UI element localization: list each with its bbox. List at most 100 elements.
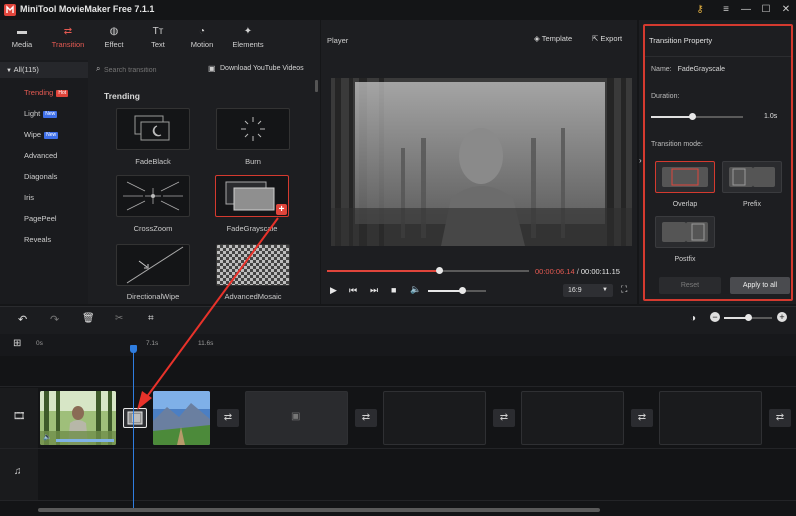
category-iris[interactable]: Iris	[0, 189, 88, 207]
aspect-select[interactable]: 16:9 ▼	[563, 284, 613, 297]
zoom-out-icon[interactable]: −	[710, 312, 720, 322]
progress-knob[interactable]	[435, 267, 443, 274]
download-youtube-link[interactable]: Download YouTube Videos	[220, 65, 304, 72]
prev-frame-icon[interactable]: ⏮	[349, 285, 357, 296]
mode-label-text: Postfix	[674, 256, 696, 263]
category-all[interactable]: ▼ All(115)	[0, 62, 88, 78]
name-value: FadeGrayscale	[677, 66, 726, 73]
delete-icon[interactable]: 🗑	[82, 313, 95, 324]
text-icon: Tт	[152, 26, 164, 37]
transition-burn[interactable]	[216, 108, 290, 150]
category-advanced[interactable]: Advanced	[0, 147, 88, 165]
template-button[interactable]: ◈ Template	[534, 34, 572, 43]
fadegrayscale-marker-icon	[127, 411, 143, 425]
volume-fill	[428, 290, 463, 292]
category-trending[interactable]: Trending Hot	[0, 84, 88, 102]
undo-icon[interactable]: ↶	[18, 313, 27, 326]
key-icon[interactable]: ⚷	[692, 2, 708, 18]
category-label: Trending	[24, 88, 54, 97]
fullscreen-icon[interactable]: ⛶	[621, 284, 627, 295]
transition-swap-button[interactable]: ⇄	[769, 409, 791, 427]
next-frame-icon[interactable]: ⏭	[370, 285, 378, 296]
playhead-handle[interactable]	[130, 345, 137, 353]
template-label: Template	[541, 34, 573, 43]
redo-icon[interactable]: ↷	[50, 313, 59, 326]
transition-swap-button[interactable]: ⇄	[217, 409, 239, 427]
minimize-button[interactable]: —	[738, 2, 754, 18]
maximize-button[interactable]: ☐	[758, 2, 774, 18]
stop-icon[interactable]: ■	[391, 285, 396, 295]
tab-elements[interactable]: ✦ Elements	[226, 24, 270, 58]
track-divider	[0, 448, 796, 449]
transition-fadeblack[interactable]	[116, 108, 190, 150]
category-label: Light	[24, 109, 41, 118]
mode-overlap[interactable]	[655, 161, 715, 193]
apply-to-all-button[interactable]: Apply to all	[730, 277, 790, 294]
transition-swap-button[interactable]: ⇄	[355, 409, 377, 427]
transition-directionalwipe[interactable]	[116, 244, 190, 286]
transition-icon: ⇄	[63, 26, 73, 37]
add-track-icon[interactable]: ⊞	[13, 338, 21, 349]
collapse-panel-icon[interactable]: ›	[639, 156, 642, 165]
effect-icon: ◍	[109, 26, 119, 37]
tab-motion[interactable]: ◔ Motion	[180, 24, 224, 58]
app-window: MiniTool MovieMaker Free 7.1.1 ⚷ ≡ — ☐ ✕…	[0, 0, 796, 516]
volume-icon[interactable]: 🔈	[410, 284, 421, 295]
search-input[interactable]	[104, 64, 194, 76]
ruler-label: 7.1s	[146, 340, 159, 347]
transition-slot-selected[interactable]	[123, 408, 147, 428]
transition-advancedmosaic[interactable]	[216, 244, 290, 286]
tab-label: Elements	[232, 40, 264, 49]
burn-icon	[241, 117, 265, 141]
title-bar: MiniTool MovieMaker Free 7.1.1 ⚷ ≡ — ☐ ✕	[0, 0, 796, 20]
video-clip-forest[interactable]: 🔈	[40, 391, 116, 445]
app-logo-icon	[4, 4, 16, 16]
props-divider	[645, 56, 791, 57]
duration-knob[interactable]	[688, 113, 696, 120]
empty-clip-slot[interactable]: ▣	[245, 391, 348, 445]
fadeblack-icon	[134, 115, 170, 141]
category-reveals[interactable]: Reveals	[0, 231, 88, 249]
category-light[interactable]: Light New	[0, 105, 88, 123]
new-badge: New	[43, 110, 58, 118]
empty-clip-slot[interactable]	[521, 391, 624, 445]
video-clip-mountain[interactable]	[153, 391, 210, 445]
total-time: 00:00:11.15	[580, 267, 620, 276]
transition-label: CrossZoom	[133, 224, 173, 233]
crop-icon[interactable]: ⌗	[148, 313, 154, 324]
tab-transition[interactable]: ⇄ Transition	[46, 24, 90, 58]
empty-clip-slot[interactable]	[383, 391, 486, 445]
transition-swap-button[interactable]: ⇄	[631, 409, 653, 427]
timeline-scrollbar[interactable]	[38, 508, 600, 512]
play-icon[interactable]: ▶	[330, 285, 337, 296]
close-button[interactable]: ✕	[778, 2, 794, 18]
empty-clip-slot[interactable]	[659, 391, 762, 445]
category-pagepeel[interactable]: PagePeel	[0, 210, 88, 228]
category-diagonals[interactable]: Diagonals	[0, 168, 88, 186]
mode-prefix[interactable]	[722, 161, 782, 193]
zoom-in-icon[interactable]: +	[777, 312, 787, 322]
video-frame	[331, 78, 632, 246]
mode-postfix[interactable]	[655, 216, 715, 248]
category-wipe[interactable]: Wipe New	[0, 126, 88, 144]
export-button[interactable]: ⇱ Export	[592, 34, 622, 43]
library-scrollbar[interactable]	[315, 80, 318, 92]
clip-volume-icon[interactable]: 🔈	[43, 433, 52, 441]
transition-crosszoom[interactable]	[116, 175, 190, 217]
tab-text[interactable]: Tт Text	[136, 24, 180, 58]
transition-swap-button[interactable]: ⇄	[493, 409, 515, 427]
duration-fill	[651, 116, 693, 118]
clip-thumbnail	[153, 391, 210, 445]
menu-icon[interactable]: ≡	[718, 2, 734, 18]
reset-button[interactable]: Reset	[659, 277, 721, 294]
audio-sync-icon[interactable]: ◑	[690, 313, 696, 324]
tab-effect[interactable]: ◍ Effect	[92, 24, 136, 58]
overlap-mode-icon	[662, 167, 708, 187]
split-icon[interactable]: ✂	[115, 313, 123, 324]
folder-icon: ▬	[17, 26, 27, 37]
zoom-knob[interactable]	[744, 314, 752, 321]
tab-label: Transition	[51, 40, 85, 49]
film-icon: 🎞	[13, 411, 26, 422]
tab-media[interactable]: ▬ Media	[0, 24, 44, 58]
add-transition-button[interactable]: +	[276, 204, 287, 215]
